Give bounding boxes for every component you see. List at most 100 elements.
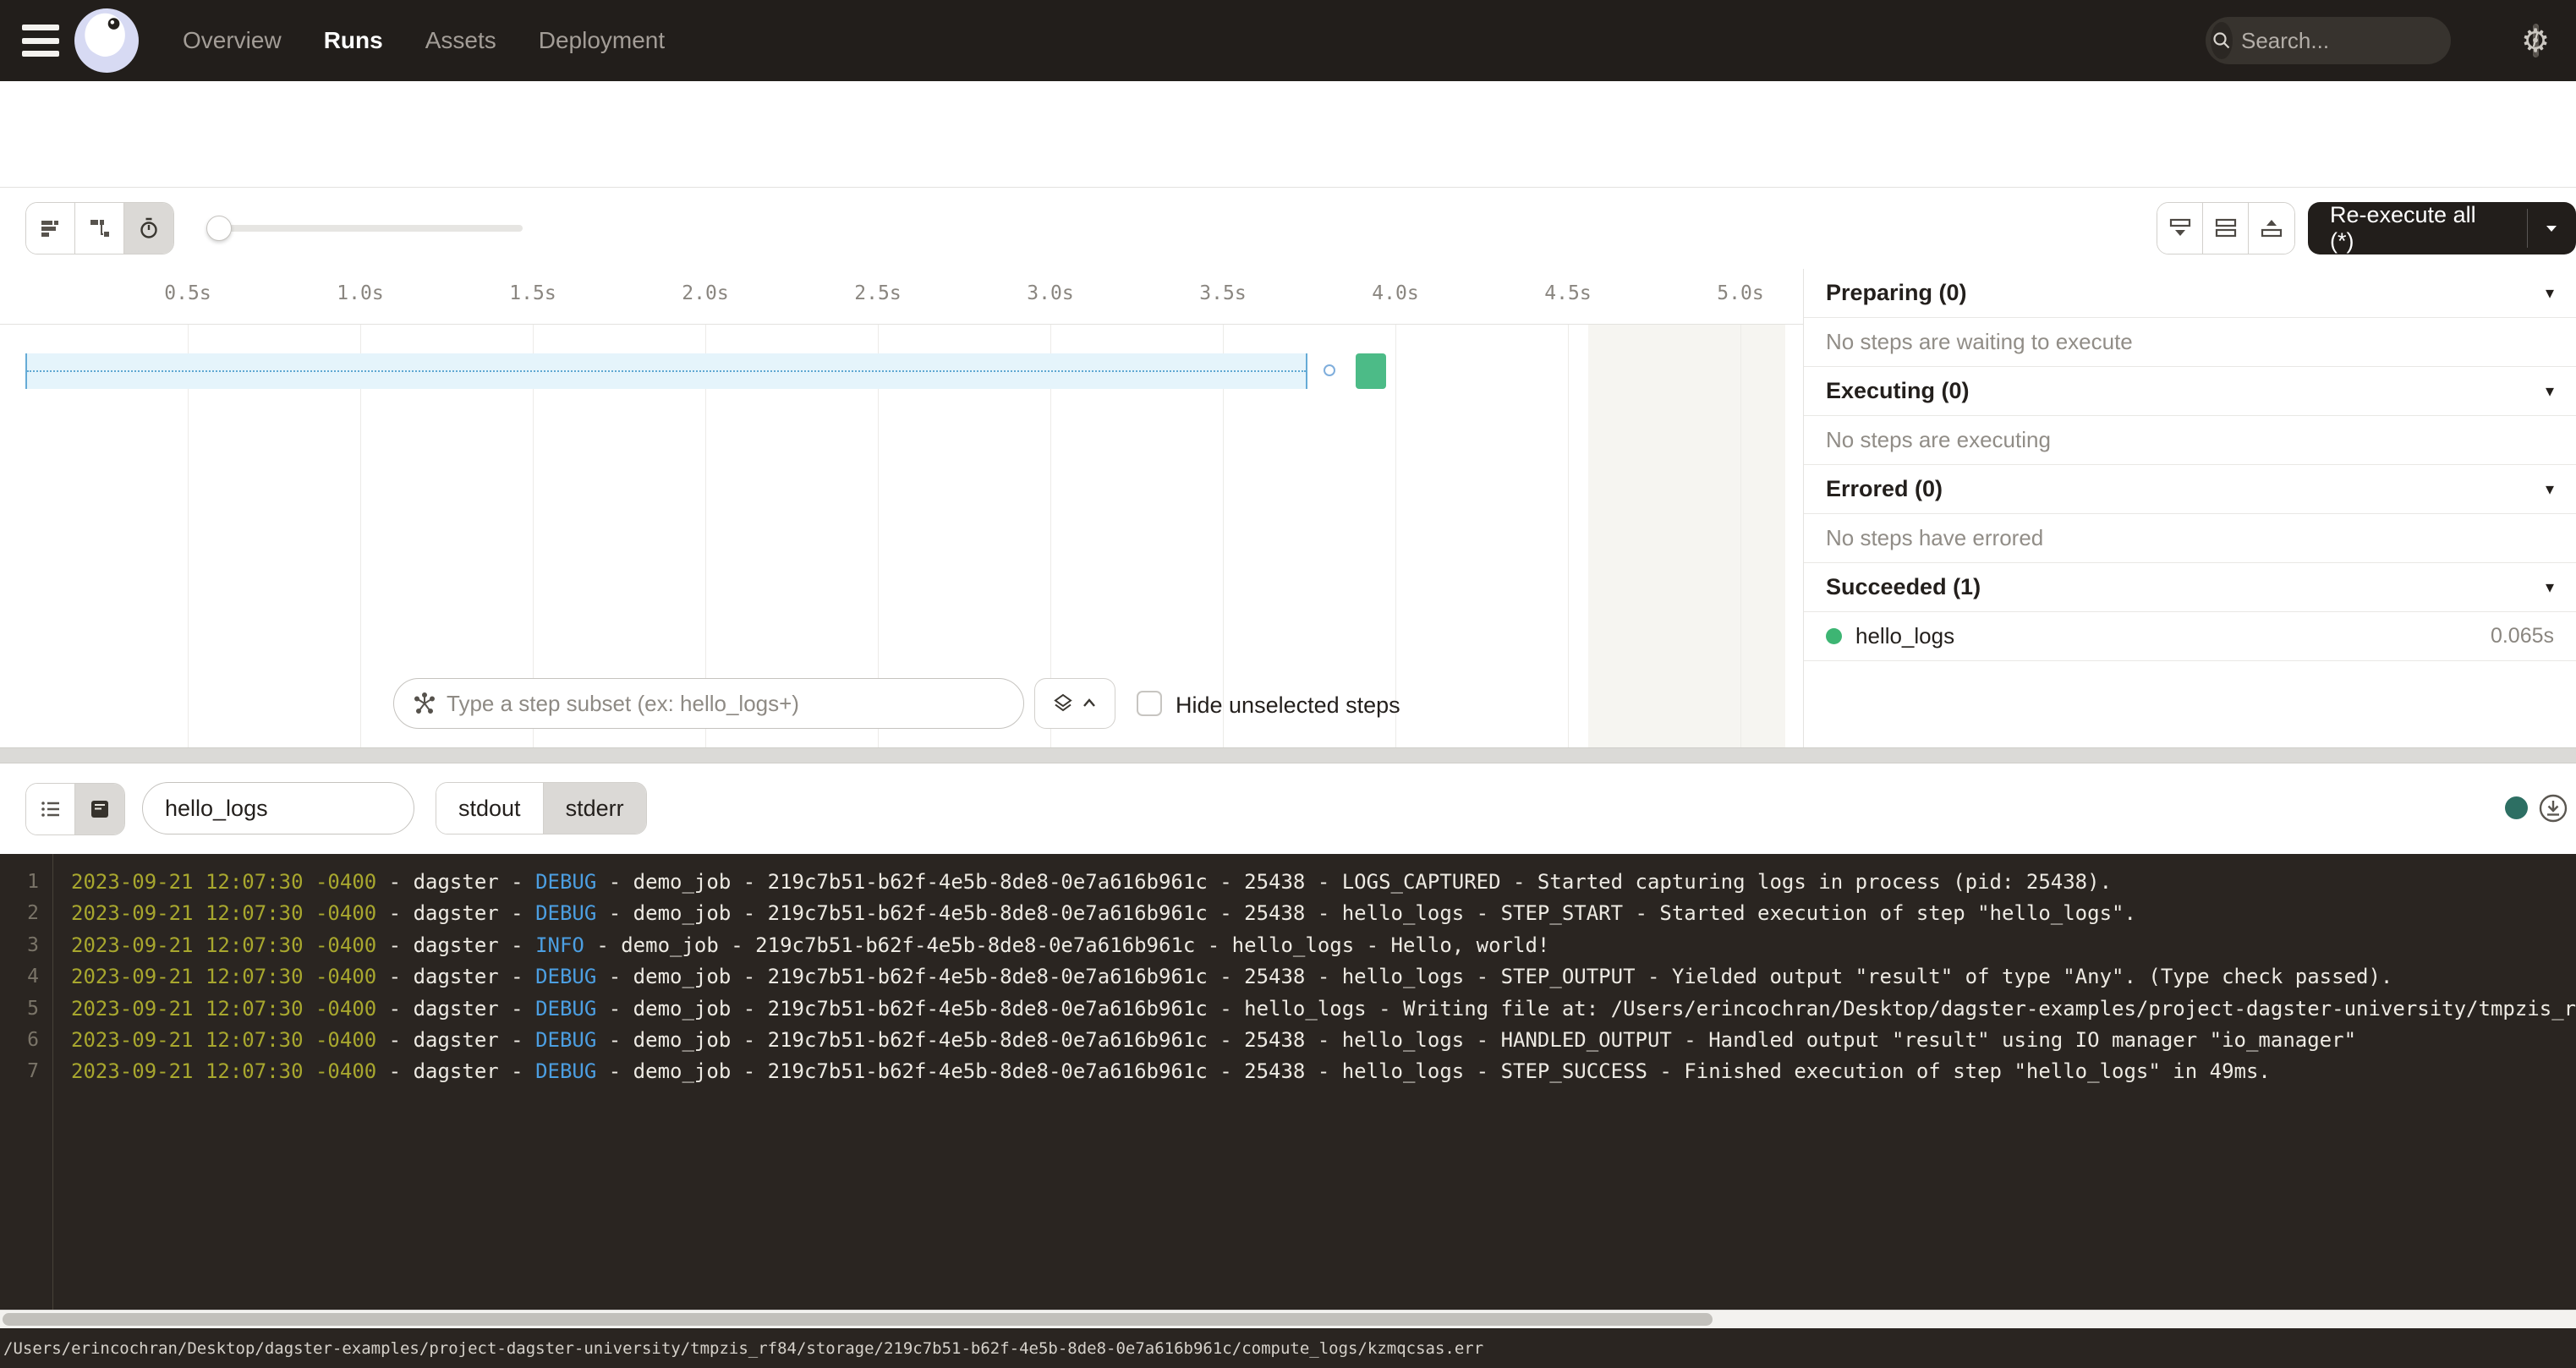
list-icon bbox=[39, 797, 63, 821]
log-line-text: 2023-09-21 12:07:30 -0400 - dagster - DE… bbox=[71, 866, 2576, 898]
log-line-text: 2023-09-21 12:07:30 -0400 - dagster - DE… bbox=[71, 1024, 2576, 1056]
section-header-errored[interactable]: Errored (0) ▾ bbox=[1804, 465, 2576, 514]
dagster-logo[interactable] bbox=[74, 8, 139, 73]
log-line-text: 2023-09-21 12:07:30 -0400 - dagster - DE… bbox=[71, 993, 2576, 1025]
search-input[interactable] bbox=[2233, 28, 2533, 54]
section-empty-preparing: No steps are waiting to execute bbox=[1804, 318, 2576, 367]
top-nav: Overview Runs Assets Deployment / ⚙ bbox=[0, 0, 2576, 81]
run-header: 219c7b51 Success Run of demo_job @ 4f105… bbox=[0, 81, 2576, 188]
section-header-succeeded[interactable]: Succeeded (1) ▾ bbox=[1804, 563, 2576, 612]
waiting-dotted-line bbox=[27, 370, 1306, 372]
download-icon bbox=[2537, 792, 2569, 824]
flat-view-button[interactable] bbox=[26, 203, 75, 254]
section-caret-icon: ▾ bbox=[2546, 577, 2554, 598]
section-empty-errored: No steps have errored bbox=[1804, 514, 2576, 563]
reexecute-all-split-button: Re-execute all (*) bbox=[2308, 202, 2576, 254]
nav-item-assets[interactable]: Assets bbox=[410, 19, 512, 63]
log-line-number: 3 bbox=[0, 929, 39, 961]
step-success-dot-icon bbox=[1826, 628, 1842, 644]
log-line: 42023-09-21 12:07:30 -0400 - dagster - D… bbox=[0, 960, 2576, 993]
waterfall-gantt-icon bbox=[88, 216, 112, 240]
caret-down-icon bbox=[2542, 219, 2561, 238]
search-icon bbox=[2211, 22, 2233, 59]
log-line-text: 2023-09-21 12:07:30 -0400 - dagster - DE… bbox=[71, 897, 2576, 929]
step-bar-hello-logs[interactable] bbox=[1356, 353, 1386, 389]
waterfall-view-button[interactable] bbox=[75, 203, 124, 254]
section-header-executing[interactable]: Executing (0) ▾ bbox=[1804, 367, 2576, 416]
log-step-filter-field[interactable] bbox=[142, 782, 414, 834]
hamburger-menu-icon[interactable] bbox=[22, 25, 59, 57]
log-capture-status-dot bbox=[2505, 796, 2528, 819]
axis-tick-label: 3.0s bbox=[1027, 282, 1073, 304]
tab-stderr[interactable]: stderr bbox=[544, 783, 646, 834]
axis-tick-label: 2.0s bbox=[682, 282, 728, 304]
section-caret-icon: ▾ bbox=[2546, 479, 2554, 500]
panel-up-icon bbox=[2259, 216, 2284, 240]
section-caret-icon: ▾ bbox=[2546, 282, 2554, 304]
axis-tick-label: 2.5s bbox=[854, 282, 901, 304]
log-line-number: 1 bbox=[0, 866, 39, 898]
axis-tick-label: 0.5s bbox=[164, 282, 211, 304]
axis-tick-label: 1.0s bbox=[337, 282, 383, 304]
step-waiting-band bbox=[25, 353, 1307, 389]
reexecute-dropdown-button[interactable] bbox=[2528, 202, 2576, 254]
structured-log-view-button[interactable] bbox=[26, 784, 75, 834]
timed-view-button[interactable] bbox=[124, 203, 173, 254]
subset-options-button[interactable] bbox=[1034, 678, 1115, 729]
settings-gear-icon[interactable]: ⚙ bbox=[2517, 22, 2554, 59]
log-step-filter-input[interactable] bbox=[165, 796, 392, 822]
log-line: 3 2023-09-21 12:07:30 -0400 - dagster - I… bbox=[0, 929, 2576, 961]
horizontal-scrollbar-thumb[interactable] bbox=[3, 1313, 1713, 1326]
gantt-chart: Hide unselected steps bbox=[0, 325, 1803, 747]
console-icon bbox=[88, 797, 112, 821]
primary-nav: Overview Runs Assets Deployment bbox=[167, 0, 680, 81]
nav-item-runs[interactable]: Runs bbox=[309, 19, 398, 63]
axis-tick-label: 4.5s bbox=[1544, 282, 1591, 304]
global-search[interactable]: / bbox=[2206, 17, 2451, 64]
axis-tick-label: 3.5s bbox=[1199, 282, 1246, 304]
reexecute-all-button[interactable]: Re-execute all (*) bbox=[2308, 202, 2527, 254]
log-file-status-bar: /Users/erincochran/Desktop/dagster-examp… bbox=[0, 1328, 2576, 1368]
log-toolbar: stdout stderr bbox=[0, 763, 2576, 854]
panel-down-icon bbox=[2168, 216, 2193, 240]
pane-splitter[interactable] bbox=[0, 747, 2576, 763]
gantt-toolbar: Hide not started steps Re-execute all (*… bbox=[0, 188, 2576, 269]
step-subset-field[interactable] bbox=[393, 678, 1024, 729]
log-line: 2 2023-09-21 12:07:30 -0400 - dagster - D… bbox=[0, 897, 2576, 929]
axis-tick-label: 1.5s bbox=[509, 282, 556, 304]
tab-stdout[interactable]: stdout bbox=[436, 783, 544, 834]
split-panes-button[interactable] bbox=[2203, 203, 2249, 254]
hide-unselected-checkbox[interactable] bbox=[1137, 691, 1162, 716]
nav-item-deployment[interactable]: Deployment bbox=[523, 19, 680, 63]
download-logs-button[interactable] bbox=[2537, 792, 2569, 824]
raw-log-view-button[interactable] bbox=[75, 784, 124, 834]
log-line-number: 2 bbox=[0, 897, 39, 929]
gantt-zoom-slider[interactable] bbox=[210, 225, 523, 232]
log-view-mode-group bbox=[25, 783, 125, 835]
log-line-number: 6 bbox=[0, 1024, 39, 1056]
op-selector-icon bbox=[413, 692, 436, 715]
layers-icon bbox=[1051, 692, 1075, 715]
section-caret-icon: ▾ bbox=[2546, 380, 2554, 402]
expand-bottom-pane-button[interactable] bbox=[2157, 203, 2203, 254]
step-row-hello-logs[interactable]: hello_logs 0.065s bbox=[1804, 612, 2576, 661]
log-line: 1 2023-09-21 12:07:30 -0400 - dagster - D… bbox=[0, 866, 2576, 898]
log-line-text: 2023-09-21 12:07:30 -0400 - dagster - IN… bbox=[71, 929, 2576, 961]
gantt-zoom-slider-knob[interactable] bbox=[206, 216, 232, 241]
pane-layout-group bbox=[2157, 202, 2295, 254]
section-header-preparing[interactable]: Preparing (0) ▾ bbox=[1804, 269, 2576, 318]
step-status-panel: Preparing (0) ▾ No steps are waiting to … bbox=[1803, 269, 2576, 747]
axis-tick-label: 4.0s bbox=[1372, 282, 1418, 304]
log-line-number: 7 bbox=[0, 1055, 39, 1087]
log-file-path: /Users/erincochran/Desktop/dagster-examp… bbox=[0, 1339, 1483, 1358]
chevron-up-icon bbox=[1080, 694, 1099, 713]
nav-item-overview[interactable]: Overview bbox=[167, 19, 297, 63]
log-line-text: 2023-09-21 12:07:30 -0400 - dagster - DE… bbox=[71, 960, 2576, 993]
hide-unselected-label: Hide unselected steps bbox=[1176, 692, 1400, 719]
expand-top-pane-button[interactable] bbox=[2249, 203, 2294, 254]
log-line: 72023-09-21 12:07:30 -0400 - dagster - D… bbox=[0, 1055, 2576, 1087]
dependency-marker-icon bbox=[1324, 364, 1335, 376]
log-line: 52023-09-21 12:07:30 -0400 - dagster - D… bbox=[0, 993, 2576, 1025]
step-subset-input[interactable] bbox=[447, 691, 1015, 717]
stdout-stderr-tabs: stdout stderr bbox=[436, 782, 647, 834]
